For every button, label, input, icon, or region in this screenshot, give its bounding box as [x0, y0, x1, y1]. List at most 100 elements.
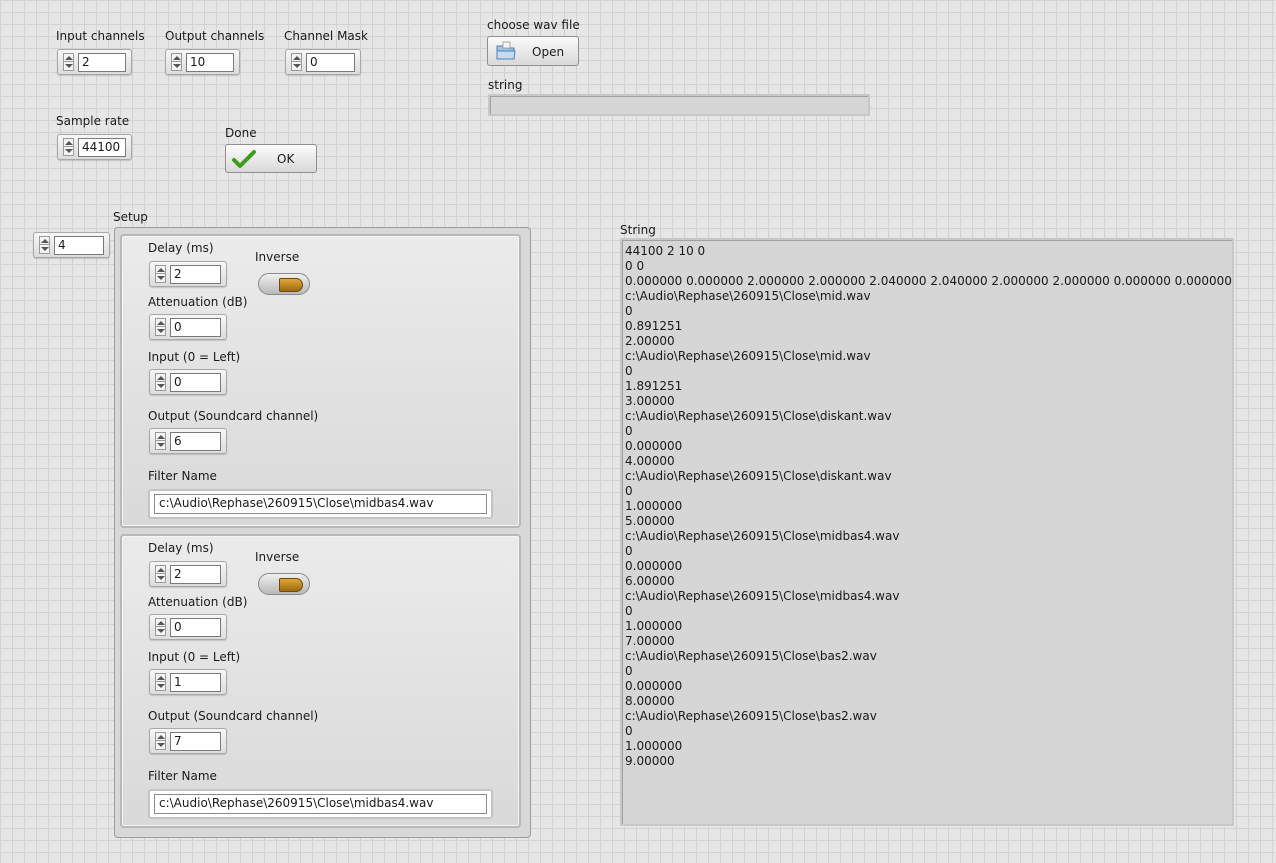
- string-line: 0: [625, 304, 633, 318]
- string-line: 0: [625, 364, 633, 378]
- string-line: 0.891251: [625, 319, 683, 333]
- output-control[interactable]: 7: [149, 728, 227, 754]
- channel-mask-field[interactable]: 0: [306, 53, 355, 72]
- setup-index-control[interactable]: 4: [33, 232, 110, 258]
- input-control[interactable]: 0: [149, 369, 227, 395]
- spinner-icon[interactable]: [63, 138, 74, 156]
- string-line: 1.891251: [625, 379, 683, 393]
- setup-element-2: Delay (ms) 2 Inverse Attenuation (dB) 0 …: [120, 534, 521, 828]
- attenuation-control[interactable]: 0: [149, 614, 227, 640]
- filter-name-label: Filter Name: [148, 769, 217, 783]
- spinner-icon[interactable]: [155, 265, 166, 283]
- output-field[interactable]: 6: [170, 432, 221, 451]
- output-control[interactable]: 6: [149, 428, 227, 454]
- sample-rate-control[interactable]: 44100: [57, 134, 132, 160]
- delay-label: Delay (ms): [148, 241, 214, 255]
- string-line: 0.000000 0.000000 2.000000 2.000000 2.04…: [625, 274, 1232, 288]
- input-channels-field[interactable]: 2: [78, 53, 126, 72]
- output-label: Output (Soundcard channel): [148, 709, 319, 723]
- filter-name-field[interactable]: c:\Audio\Rephase\260915\Close\midbas4.wa…: [154, 494, 487, 514]
- spinner-icon[interactable]: [155, 618, 166, 636]
- spinner-icon[interactable]: [171, 53, 182, 71]
- input-field[interactable]: 0: [170, 373, 221, 392]
- delay-field[interactable]: 2: [170, 565, 221, 584]
- string-line: c:\Audio\Rephase\260915\Close\midbas4.wa…: [625, 589, 900, 603]
- spinner-icon[interactable]: [155, 565, 166, 583]
- filter-name-field[interactable]: c:\Audio\Rephase\260915\Close\midbas4.wa…: [154, 794, 487, 814]
- string-line: c:\Audio\Rephase\260915\Close\diskant.wa…: [625, 409, 892, 423]
- string-indicator: 44100 2 10 0 0 0 0.000000 0.000000 2.000…: [620, 238, 1234, 826]
- string-line: 8.00000: [625, 694, 675, 708]
- filter-name-control[interactable]: c:\Audio\Rephase\260915\Close\midbas4.wa…: [148, 489, 493, 519]
- open-button-label: Open: [532, 45, 565, 59]
- string-line: 44100 2 10 0: [625, 244, 706, 258]
- spinner-icon[interactable]: [39, 236, 50, 254]
- output-field[interactable]: 7: [170, 732, 221, 751]
- spinner-icon[interactable]: [155, 732, 166, 750]
- spinner-icon[interactable]: [155, 673, 166, 691]
- setup-index-field[interactable]: 4: [54, 236, 104, 255]
- string-line: 1.000000: [625, 499, 683, 513]
- output-label: Output (Soundcard channel): [148, 409, 319, 423]
- string-line: c:\Audio\Rephase\260915\Close\mid.wav: [625, 289, 871, 303]
- string-line: 1.000000: [625, 619, 683, 633]
- filter-name-control[interactable]: c:\Audio\Rephase\260915\Close\midbas4.wa…: [148, 789, 493, 819]
- ok-button[interactable]: OK: [225, 144, 317, 173]
- delay-control[interactable]: 2: [149, 561, 227, 587]
- attenuation-control[interactable]: 0: [149, 314, 227, 340]
- delay-control[interactable]: 2: [149, 261, 227, 287]
- string-line: 3.00000: [625, 394, 675, 408]
- string-line: 0: [625, 724, 633, 738]
- string-line: 1.000000: [625, 739, 683, 753]
- string-line: c:\Audio\Rephase\260915\Close\diskant.wa…: [625, 469, 892, 483]
- attenuation-field[interactable]: 0: [170, 318, 221, 337]
- string-line: 0.000000: [625, 439, 683, 453]
- spinner-icon[interactable]: [63, 53, 74, 71]
- sample-rate-label: Sample rate: [56, 114, 130, 128]
- inverse-toggle[interactable]: [258, 273, 310, 295]
- spinner-icon[interactable]: [155, 432, 166, 450]
- channel-mask-label: Channel Mask: [284, 29, 368, 43]
- string-line: 0: [625, 424, 633, 438]
- string-label: String: [620, 223, 656, 237]
- sample-rate-field[interactable]: 44100: [78, 138, 126, 157]
- delay-field[interactable]: 2: [170, 265, 221, 284]
- input-field[interactable]: 1: [170, 673, 221, 692]
- inverse-toggle[interactable]: [258, 573, 310, 595]
- input-channels-label: Input channels: [56, 29, 145, 43]
- string-small-indicator: [488, 94, 870, 116]
- string-line: 0: [625, 544, 633, 558]
- toggle-knob-icon: [279, 278, 303, 292]
- string-line: 6.00000: [625, 574, 675, 588]
- input-control[interactable]: 1: [149, 669, 227, 695]
- string-line: 0.000000: [625, 679, 683, 693]
- attenuation-label: Attenuation (dB): [148, 595, 248, 609]
- setup-label: Setup: [113, 210, 148, 224]
- spinner-icon[interactable]: [155, 318, 166, 336]
- string-line: 0 0: [625, 259, 645, 273]
- open-button[interactable]: Open: [487, 36, 579, 66]
- filter-name-label: Filter Name: [148, 469, 217, 483]
- string-line: c:\Audio\Rephase\260915\Close\midbas4.wa…: [625, 529, 900, 543]
- output-channels-control[interactable]: 10: [165, 49, 240, 75]
- input-label: Input (0 = Left): [148, 650, 241, 664]
- channel-mask-control[interactable]: 0: [285, 49, 361, 75]
- delay-label: Delay (ms): [148, 541, 214, 555]
- string-line: 0: [625, 604, 633, 618]
- setup-element-1: Delay (ms) 2 Inverse Attenuation (dB) 0 …: [120, 234, 521, 528]
- output-channels-field[interactable]: 10: [186, 53, 234, 72]
- string-line: 4.00000: [625, 454, 675, 468]
- choose-wav-label: choose wav file: [487, 18, 580, 32]
- string-line: c:\Audio\Rephase\260915\Close\bas2.wav: [625, 649, 877, 663]
- string-small-label: string: [488, 78, 523, 92]
- attenuation-field[interactable]: 0: [170, 618, 221, 637]
- spinner-icon[interactable]: [155, 373, 166, 391]
- string-line: 5.00000: [625, 514, 675, 528]
- toggle-knob-icon: [279, 578, 303, 592]
- ok-button-label: OK: [277, 152, 295, 166]
- output-channels-label: Output channels: [165, 29, 265, 43]
- string-line: c:\Audio\Rephase\260915\Close\mid.wav: [625, 349, 871, 363]
- spinner-icon[interactable]: [291, 53, 302, 71]
- string-line: c:\Audio\Rephase\260915\Close\bas2.wav: [625, 709, 877, 723]
- input-channels-control[interactable]: 2: [57, 49, 132, 75]
